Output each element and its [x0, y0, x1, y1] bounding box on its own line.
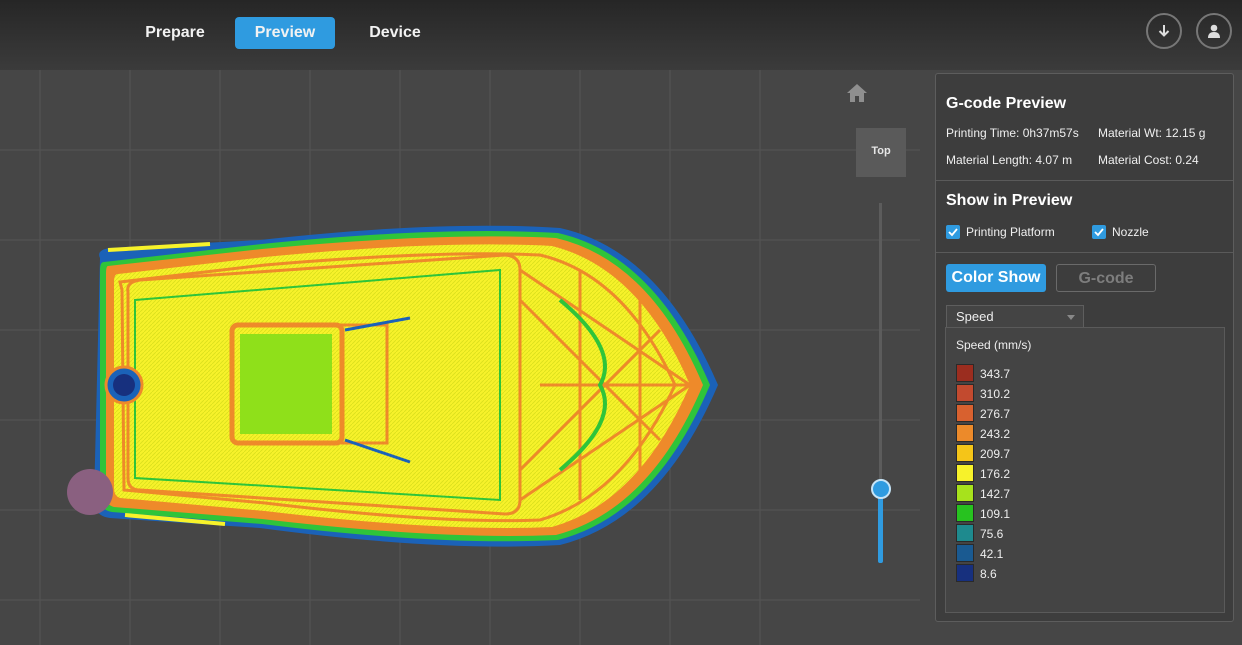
gcode-preview-panel: G-code Preview Printing Time: 0h37m57s M…: [935, 73, 1234, 622]
legend-label: 8.6: [980, 567, 997, 581]
legend-label: 42.1: [980, 547, 1004, 561]
layer-slider-fill: [878, 490, 883, 563]
legend-swatch: [956, 484, 974, 502]
divider: [936, 180, 1233, 181]
legend-label: 310.2: [980, 387, 1011, 401]
nozzle-marker: [67, 469, 113, 515]
view-cube-top[interactable]: Top: [856, 128, 906, 177]
nozzle-checkbox[interactable]: [1092, 225, 1106, 239]
chevron-down-icon: [1067, 315, 1075, 320]
legend-swatch: [956, 364, 974, 382]
download-button[interactable]: [1146, 13, 1182, 49]
legend-swatch: [956, 404, 974, 422]
color-mode-value: Speed: [956, 309, 994, 324]
boat-model-toolpath: [94, 225, 718, 547]
user-account-button[interactable]: [1196, 13, 1232, 49]
printing-platform-label[interactable]: Printing Platform: [966, 225, 1055, 239]
printing-platform-checkbox[interactable]: [946, 225, 960, 239]
download-icon: [1158, 25, 1170, 37]
legend-swatch: [956, 544, 974, 562]
legend-swatch: [956, 424, 974, 442]
legend-label: 243.2: [980, 427, 1011, 441]
printing-time: Printing Time: 0h37m57s: [946, 126, 1079, 140]
legend-title: Speed (mm/s): [956, 338, 1032, 352]
show-in-preview-title: Show in Preview: [946, 192, 1073, 209]
check-icon: [948, 228, 958, 237]
legend-label: 209.7: [980, 447, 1011, 461]
color-show-button[interactable]: Color Show: [946, 264, 1046, 292]
color-mode-select[interactable]: Speed: [946, 305, 1084, 329]
user-icon: [1208, 24, 1220, 38]
top-toolbar: Prepare Preview Device: [0, 0, 1242, 70]
legend-label: 109.1: [980, 507, 1011, 521]
legend-swatch: [956, 444, 974, 462]
legend-label: 276.7: [980, 407, 1011, 421]
material-weight: Material Wt: 12.15 g: [1098, 126, 1206, 140]
legend-label: 75.6: [980, 527, 1004, 541]
home-view-icon[interactable]: [846, 83, 868, 103]
legend-label: 142.7: [980, 487, 1011, 501]
speed-legend: Speed (mm/s) 343.7 310.2 276.7 243.2 209.7 17…: [945, 327, 1225, 613]
tab-preview[interactable]: Preview: [235, 17, 335, 49]
legend-swatch: [956, 524, 974, 542]
legend-swatch: [956, 564, 974, 582]
gcode-button[interactable]: G-code: [1056, 264, 1156, 292]
legend-swatch: [956, 384, 974, 402]
check-icon: [1094, 228, 1104, 237]
legend-label: 176.2: [980, 467, 1011, 481]
legend-swatch: [956, 464, 974, 482]
material-length: Material Length: 4.07 m: [946, 153, 1073, 167]
divider: [936, 252, 1233, 253]
nozzle-label[interactable]: Nozzle: [1112, 225, 1149, 239]
panel-title: G-code Preview: [946, 95, 1067, 112]
tab-device[interactable]: Device: [350, 17, 440, 49]
legend-label: 343.7: [980, 367, 1011, 381]
layer-slider-handle[interactable]: [871, 479, 891, 499]
material-cost: Material Cost: 0.24: [1098, 153, 1199, 167]
legend-swatch: [956, 504, 974, 522]
tab-prepare[interactable]: Prepare: [130, 17, 220, 49]
